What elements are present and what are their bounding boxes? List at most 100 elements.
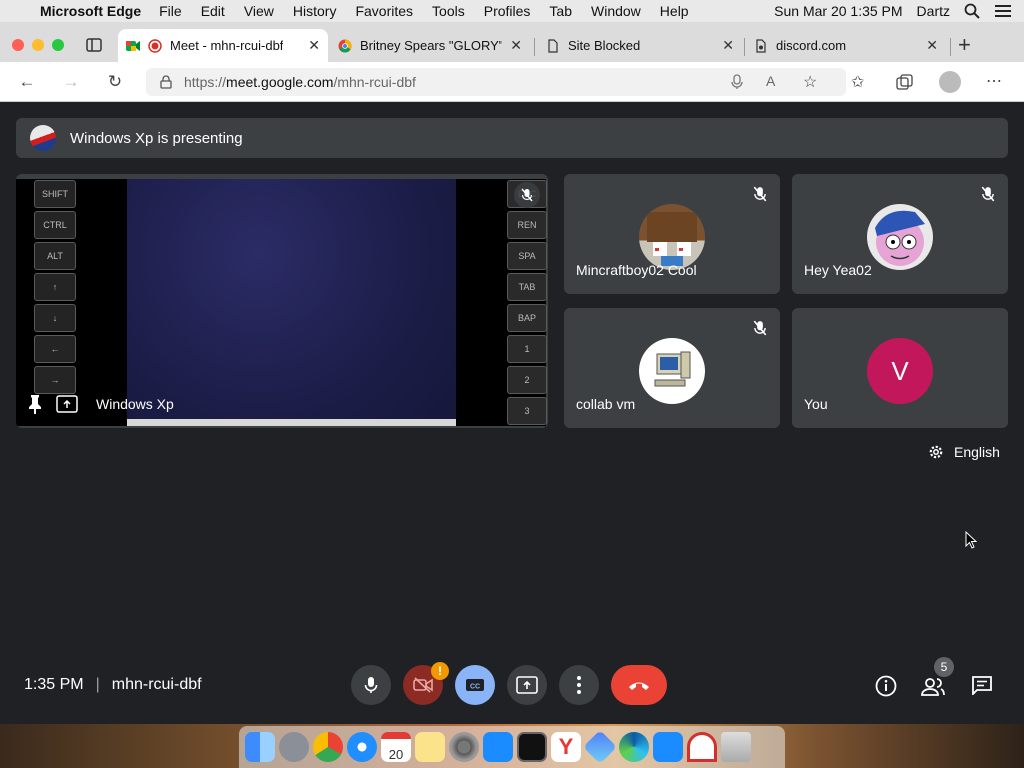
tab-britney[interactable]: Britney Spears "GLORY" ✕ <box>330 29 530 62</box>
people-button[interactable]: 5 <box>920 657 954 700</box>
menu-tools[interactable]: Tools <box>432 3 465 19</box>
menubar-clock[interactable]: Sun Mar 20 1:35 PM <box>774 3 902 19</box>
mic-off-icon <box>753 320 767 336</box>
menu-tab[interactable]: Tab <box>549 3 572 19</box>
app-store-folder-icon[interactable] <box>653 732 683 762</box>
menu-history[interactable]: History <box>293 3 337 19</box>
svg-text:CC: CC <box>470 684 480 691</box>
forward-icon[interactable]: → <box>60 72 82 92</box>
close-tab-icon[interactable]: ✕ <box>510 37 522 54</box>
app-menu[interactable]: Microsoft Edge <box>40 3 141 19</box>
macos-menubar: Microsoft Edge File Edit View History Fa… <box>0 0 1024 22</box>
participant-name: Hey Yea02 <box>804 262 872 278</box>
chrome-icon[interactable] <box>313 732 343 762</box>
tab-site-blocked[interactable]: Site Blocked ✕ <box>538 29 742 62</box>
participant-avatar: V <box>867 338 933 404</box>
menu-edit[interactable]: Edit <box>201 3 225 19</box>
notes-icon[interactable] <box>415 732 445 762</box>
key-shift: SHIFT <box>34 180 76 208</box>
participant-tile[interactable]: Mincraftboy02 Cool <box>564 174 780 294</box>
meeting-divider: | <box>95 676 100 693</box>
magnet-icon[interactable] <box>687 732 717 762</box>
participant-tile-self[interactable]: V You <box>792 308 1008 428</box>
reload-icon[interactable]: ↻ <box>104 72 126 92</box>
key-left: ← <box>34 335 76 363</box>
captions-button[interactable]: CC <box>455 665 495 705</box>
key-bap: BAP <box>507 304 547 332</box>
key-ren: REN <box>507 211 547 239</box>
system-preferences-icon[interactable] <box>449 732 479 762</box>
recording-icon <box>148 38 162 53</box>
gear-icon <box>929 445 943 459</box>
zoom-window-button[interactable] <box>52 39 64 51</box>
close-tab-icon[interactable]: ✕ <box>926 37 938 54</box>
calendar-icon[interactable]: 20 <box>381 732 411 762</box>
menu-favorites[interactable]: Favorites <box>355 3 413 19</box>
key-down: ↓ <box>34 304 76 332</box>
chat-icon[interactable] <box>971 675 993 695</box>
app-store-icon[interactable] <box>483 732 513 762</box>
minimize-window-button[interactable] <box>32 39 44 51</box>
profile-avatar[interactable] <box>939 71 961 93</box>
new-tab-icon[interactable]: + <box>958 32 971 58</box>
caption-language-button[interactable]: English <box>928 444 1000 460</box>
key-3: 3 <box>507 397 547 425</box>
menu-help[interactable]: Help <box>660 3 689 19</box>
control-center-icon[interactable] <box>994 4 1012 18</box>
microphone-in-use-icon[interactable] <box>731 74 743 90</box>
participant-tile[interactable]: Hey Yea02 <box>792 174 1008 294</box>
close-tab-icon[interactable]: ✕ <box>308 37 320 54</box>
safari-icon[interactable] <box>347 732 377 762</box>
launchpad-icon[interactable] <box>279 732 309 762</box>
menu-file[interactable]: File <box>159 3 182 19</box>
leave-call-button[interactable] <box>611 665 667 705</box>
meeting-info-icon[interactable] <box>875 675 897 697</box>
microphone-button[interactable] <box>351 665 391 705</box>
trash-icon[interactable] <box>721 732 751 762</box>
camera-off-icon <box>413 677 433 693</box>
presentation-tile[interactable]: SHIFT CTRL ALT ↑ ↓ ← → ESC REN SPA TAB B… <box>16 174 548 428</box>
favorites-icon[interactable]: ✩ <box>851 72 864 92</box>
presentation-owner: Windows Xp <box>96 396 174 412</box>
edge-icon[interactable] <box>619 732 649 762</box>
more-options-icon[interactable]: ⋯ <box>986 71 1002 91</box>
closed-captions-icon: CC <box>466 679 484 691</box>
menu-window[interactable]: Window <box>591 3 641 19</box>
spotlight-search-icon[interactable] <box>964 3 980 19</box>
menu-view[interactable]: View <box>244 3 274 19</box>
document-icon <box>548 38 558 53</box>
present-now-button[interactable] <box>507 665 547 705</box>
key-1: 1 <box>507 335 547 363</box>
tab-discord[interactable]: discord.com ✕ <box>746 29 946 62</box>
finder-icon[interactable] <box>245 732 275 762</box>
close-tab-icon[interactable]: ✕ <box>722 37 734 54</box>
browser-tab-strip: Meet - mhn-rcui-dbf ✕ Britney Spears "GL… <box>0 22 1024 62</box>
menu-profiles[interactable]: Profiles <box>484 3 531 19</box>
terminal-icon[interactable] <box>517 732 547 762</box>
yandex-browser-icon[interactable]: Y <box>551 732 581 762</box>
vscode-like-icon[interactable] <box>583 730 617 764</box>
more-options-button[interactable] <box>559 665 599 705</box>
participant-avatar <box>639 204 705 270</box>
camera-button[interactable]: ! <box>403 662 449 705</box>
close-window-button[interactable] <box>12 39 24 51</box>
tab-actions-icon[interactable] <box>86 38 102 52</box>
key-up: ↑ <box>34 273 76 301</box>
people-icon <box>921 678 945 696</box>
back-icon[interactable]: ← <box>16 72 38 92</box>
tab-meet[interactable]: Meet - mhn-rcui-dbf ✕ <box>118 29 328 62</box>
url-prefix: https:// <box>184 74 227 90</box>
meeting-details: 1:35 PM | mhn-rcui-dbf <box>24 676 202 694</box>
pin-icon[interactable] <box>28 394 42 414</box>
participant-tile[interactable]: collab vm <box>564 308 780 428</box>
add-favorite-icon[interactable]: ☆ <box>803 72 817 92</box>
key-ctrl: CTRL <box>34 211 76 239</box>
collections-icon[interactable] <box>896 74 913 90</box>
shared-taskbar <box>127 419 456 426</box>
read-aloud-icon[interactable]: A <box>766 73 775 89</box>
present-screen-icon <box>56 395 78 413</box>
menubar-user[interactable]: Dartz <box>917 3 950 19</box>
lock-icon[interactable] <box>160 75 172 89</box>
macos-dock: 20 Y <box>239 726 785 768</box>
presenting-text: Windows Xp is presenting <box>70 129 243 147</box>
